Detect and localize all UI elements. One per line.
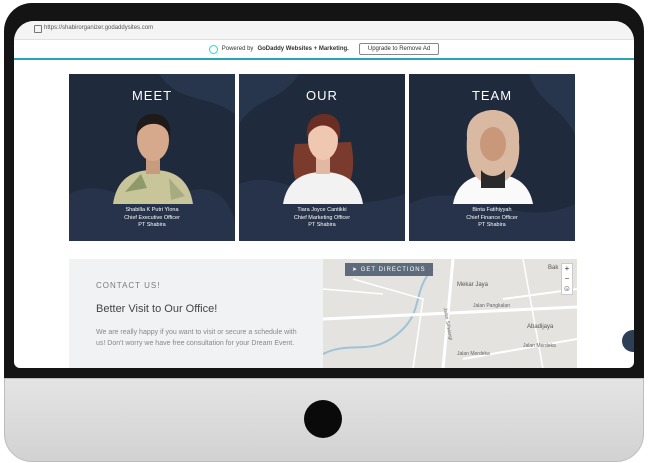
member-name: Shabilla K Putri Ylona (125, 207, 179, 213)
team-card-cmo: OUR Tiara Joyce Cantikki Chief Marketing… (239, 74, 405, 241)
portrait-ceo (113, 114, 193, 204)
contact-eyebrow: CONTACT US! (96, 281, 161, 290)
get-directions-label: GET DIRECTIONS (360, 267, 426, 273)
upgrade-button[interactable]: Upgrade to Remove Ad (358, 43, 440, 55)
map-label: Abadijaya (527, 324, 554, 330)
map-label: Jalan Pangkalan (473, 303, 510, 309)
contact-section: CONTACT US! Better Visit to Our Office! … (69, 259, 323, 368)
member-company: PT Shabira (138, 222, 166, 228)
contact-body: We are really happy if you want to visit… (96, 329, 297, 347)
browser-screen: https://shabirorganizer.godaddysites.com… (14, 21, 634, 368)
card-heading: OUR (306, 88, 338, 103)
contact-title: Better Visit to Our Office! (96, 303, 218, 315)
card-heading: TEAM (471, 88, 513, 103)
zoom-out-button[interactable]: − (562, 274, 572, 284)
portrait-cfo (453, 110, 533, 204)
person-icon[interactable]: ☺ (562, 284, 572, 294)
member-role: Chief Finance Officer (466, 214, 518, 221)
godaddy-banner: Powered by GoDaddy Websites + Marketing.… (14, 40, 634, 58)
banner-prefix: Powered by (221, 46, 254, 52)
godaddy-logo-icon (208, 44, 218, 54)
banner-brand: GoDaddy Websites + Marketing. (257, 46, 349, 52)
map-zoom-controls: + − ☺ (561, 263, 573, 295)
team-card-cfo: TEAM Binta Fatihiyyah Chief Finance Offi… (409, 74, 575, 241)
url-text: https://shabirorganizer.godaddysites.com (44, 25, 154, 31)
team-card-ceo: MEET Shabilla K Putri Ylona Chief Execut… (69, 74, 235, 241)
portrait-cmo (283, 114, 363, 204)
member-name: Binta Fatihiyyah (472, 207, 512, 213)
card-info: Tiara Joyce Cantikki Chief Marketing Off… (239, 207, 405, 230)
card-heading: MEET (131, 88, 173, 103)
lock-icon (34, 25, 42, 33)
member-company: PT Shabira (308, 222, 336, 228)
member-role: Chief Executive Officer (124, 214, 180, 221)
map-label: Mekar Jaya (457, 282, 489, 288)
address-bar[interactable]: https://shabirorganizer.godaddysites.com (14, 21, 634, 40)
member-company: PT Shabira (478, 222, 506, 228)
divider-line (14, 58, 634, 60)
map-label: Jalan Merdeka (523, 343, 556, 349)
get-directions-button[interactable]: ➤ GET DIRECTIONS (345, 263, 433, 276)
zoom-in-button[interactable]: + (562, 264, 572, 274)
card-info: Binta Fatihiyyah Chief Finance Officer P… (409, 207, 575, 230)
chat-widget-button[interactable] (622, 330, 634, 352)
card-info: Shabilla K Putri Ylona Chief Executive O… (69, 207, 235, 230)
map-label: Bak (548, 265, 559, 271)
member-role: Chief Marketing Officer (293, 214, 351, 221)
location-map[interactable]: ➤ GET DIRECTIONS + − ☺ Bak Mekar Jaya Ja… (323, 259, 577, 368)
map-label: Jalan Merdeka (457, 351, 490, 357)
member-name: Tiara Joyce Cantikki (297, 207, 347, 213)
monitor-button (304, 400, 342, 438)
